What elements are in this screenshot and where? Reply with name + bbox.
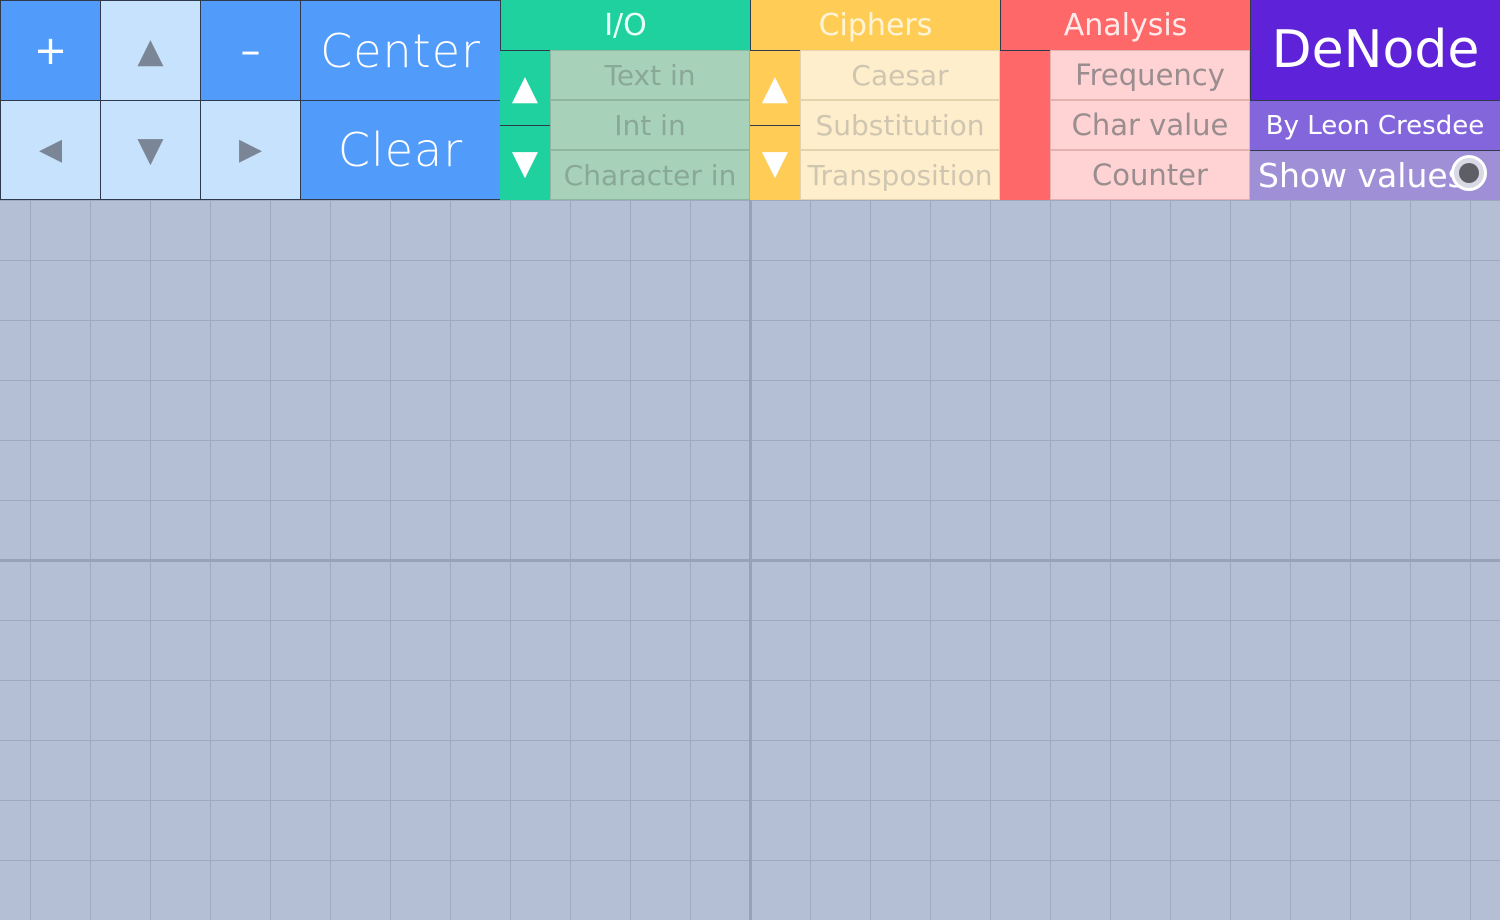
pan-right-button[interactable]: ▶ bbox=[200, 100, 301, 200]
io-item-int-in[interactable]: Int in bbox=[550, 100, 750, 150]
arrow-down-icon: ▼ bbox=[137, 130, 164, 170]
io-category-header: I/O bbox=[500, 0, 750, 50]
io-item-label: Int in bbox=[614, 108, 686, 142]
canvas-horizontal-axis bbox=[0, 559, 1500, 562]
toggle-indicator-icon bbox=[1459, 163, 1479, 183]
ciphers-item-label: Caesar bbox=[851, 58, 949, 92]
pan-left-button[interactable]: ◀ bbox=[0, 100, 101, 200]
zoom-out-button[interactable]: – bbox=[200, 0, 301, 101]
ciphers-item-substitution[interactable]: Substitution bbox=[800, 100, 1000, 150]
io-scroll-up-button[interactable]: ▲ bbox=[500, 50, 550, 125]
arrow-right-icon: ▶ bbox=[238, 132, 263, 167]
clear-button-label: Clear bbox=[337, 123, 464, 177]
pan-down-button[interactable]: ▼ bbox=[100, 100, 201, 200]
analysis-item-label: Counter bbox=[1092, 158, 1208, 192]
io-item-character-in[interactable]: Character in bbox=[550, 150, 750, 200]
app-title-text: DeNode bbox=[1271, 20, 1480, 80]
ciphers-category-header: Ciphers bbox=[750, 0, 1000, 50]
analysis-item-frequency[interactable]: Frequency bbox=[1050, 50, 1250, 100]
ciphers-scroll-down-button[interactable]: ▼ bbox=[750, 125, 800, 200]
center-button[interactable]: Center bbox=[300, 0, 501, 101]
ciphers-scroll-up-button[interactable]: ▲ bbox=[750, 50, 800, 125]
pan-up-button[interactable]: ▲ bbox=[100, 0, 201, 101]
io-item-label: Text in bbox=[604, 58, 696, 92]
arrow-up-icon: ▲ bbox=[137, 30, 164, 71]
author-byline: By Leon Cresdee bbox=[1250, 100, 1500, 150]
analysis-scroll-rail bbox=[1000, 50, 1050, 200]
analysis-item-counter[interactable]: Counter bbox=[1050, 150, 1250, 200]
ciphers-item-label: Substitution bbox=[815, 108, 985, 142]
zoom-in-button[interactable]: + bbox=[0, 0, 101, 101]
io-item-label: Character in bbox=[563, 158, 737, 192]
arrow-down-icon: ▼ bbox=[511, 143, 539, 183]
app-root: + ▲ – Center ◀ ▼ ▶ Clear I/O ▲ ▼ Text in… bbox=[0, 0, 1500, 920]
io-item-text-in[interactable]: Text in bbox=[550, 50, 750, 100]
clear-button[interactable]: Clear bbox=[300, 100, 501, 200]
toolbar: + ▲ – Center ◀ ▼ ▶ Clear I/O ▲ ▼ Text in… bbox=[0, 0, 1500, 200]
analysis-item-char-value[interactable]: Char value bbox=[1050, 100, 1250, 150]
ciphers-category-label: Ciphers bbox=[818, 7, 933, 43]
ciphers-item-transposition[interactable]: Transposition bbox=[800, 150, 1000, 200]
ciphers-item-label: Transposition bbox=[807, 158, 993, 192]
app-title: DeNode bbox=[1250, 0, 1500, 100]
arrow-down-icon: ▼ bbox=[761, 143, 789, 183]
arrow-up-icon: ▲ bbox=[761, 68, 789, 108]
analysis-item-label: Char value bbox=[1071, 108, 1229, 142]
io-category-label: I/O bbox=[604, 7, 647, 43]
minus-icon: – bbox=[240, 27, 261, 74]
arrow-up-icon: ▲ bbox=[511, 68, 539, 108]
plus-icon: + bbox=[33, 27, 68, 74]
analysis-category-header: Analysis bbox=[1000, 0, 1250, 50]
analysis-category-label: Analysis bbox=[1063, 7, 1188, 43]
io-scroll-down-button[interactable]: ▼ bbox=[500, 125, 550, 200]
author-byline-text: By Leon Cresdee bbox=[1265, 110, 1485, 141]
show-values-label: Show values bbox=[1258, 156, 1465, 195]
arrow-left-icon: ◀ bbox=[38, 132, 63, 167]
show-values-toggle[interactable] bbox=[1451, 155, 1487, 191]
center-button-label: Center bbox=[320, 23, 481, 78]
analysis-item-label: Frequency bbox=[1075, 58, 1225, 92]
ciphers-item-caesar[interactable]: Caesar bbox=[800, 50, 1000, 100]
